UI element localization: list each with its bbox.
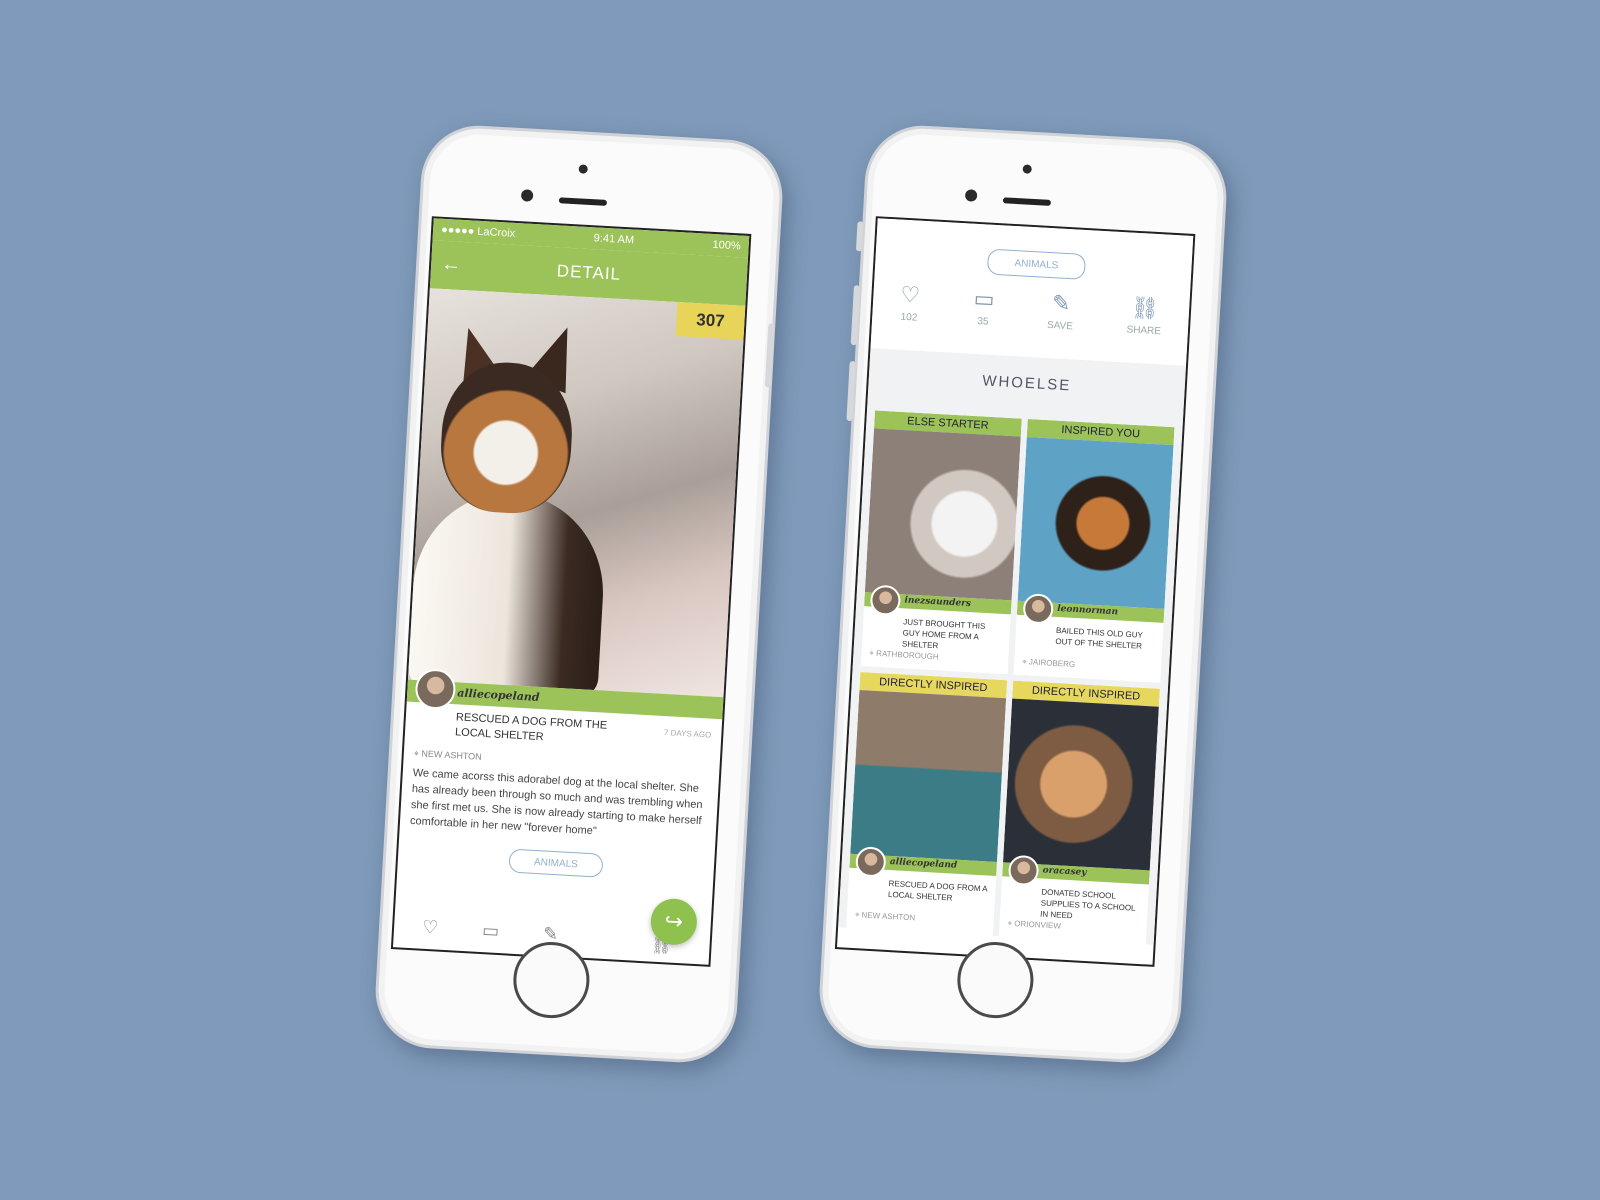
- card-username[interactable]: alliecopeland: [890, 857, 958, 871]
- front-camera: [520, 189, 534, 202]
- share-icon: ⛓: [1130, 294, 1160, 322]
- comment-action[interactable]: ▭ 35: [972, 286, 995, 328]
- card-description: BAILED THIS OLD GUY OUT OF THE SHELTER: [1055, 625, 1143, 651]
- mute-switch[interactable]: [855, 221, 864, 252]
- card-username[interactable]: inezsaunders: [904, 595, 971, 609]
- score-badge: 307: [675, 302, 746, 340]
- comment-icon[interactable]: ▭: [482, 920, 500, 942]
- post-username[interactable]: alliecopeland: [457, 686, 540, 704]
- like-action[interactable]: ♡ 102: [899, 282, 921, 324]
- heart-icon: ♡: [899, 281, 921, 308]
- inspiration-card[interactable]: DIRECTLY INSPIRED alliecopeland RESCUED …: [846, 672, 1008, 936]
- post-time: 7 DAYS AGO: [663, 727, 712, 740]
- detail-screen: ●●●●● LaCroix 9:41 AM 100% ← DETAIL 307 …: [390, 216, 752, 967]
- share-label: SHARE: [1126, 324, 1162, 338]
- card-username[interactable]: oracasey: [1042, 866, 1086, 878]
- top-sensor: [1022, 164, 1032, 174]
- carrier-label: ●●●●● LaCroix: [440, 223, 516, 240]
- inspiration-card[interactable]: INSPIRED YOU leonnorman BAILED THIS OLD …: [1013, 418, 1175, 683]
- avatar[interactable]: [1022, 593, 1055, 625]
- post-photo: 307: [407, 288, 746, 698]
- dog-body-shape: [407, 487, 609, 698]
- card-location: ⌖ NEW ASHTON: [855, 910, 916, 923]
- card-location-label: JAIROBERG: [1028, 657, 1076, 670]
- category-tag[interactable]: ANIMALS: [986, 248, 1087, 280]
- clock-label: 9:41 AM: [593, 232, 635, 247]
- inspiration-grid: ELSE STARTER inezsaunders JUST BROUGHT T…: [838, 410, 1183, 945]
- volume-down-button[interactable]: [846, 360, 856, 422]
- volume-up-button[interactable]: [850, 285, 860, 346]
- card-description: DONATED SCHOOL SUPPLIES TO A SCHOOL IN N…: [1039, 887, 1136, 921]
- action-header: ANIMALS ♡ 102 ▭ 35 ✎ SAVE ⛓ SHARE: [870, 218, 1194, 366]
- card-photo: [864, 428, 1021, 601]
- action-row: ♡ 102 ▭ 35 ✎ SAVE ⛓ SHARE: [872, 280, 1190, 339]
- power-button[interactable]: [764, 323, 775, 388]
- card-location: ⌖ JAIROBERG: [1022, 657, 1075, 670]
- save-action[interactable]: ✎ SAVE: [1047, 290, 1075, 332]
- card-location: ⌖ ORIONVIEW: [1007, 919, 1061, 932]
- right-phone: ANIMALS ♡ 102 ▭ 35 ✎ SAVE ⛓ SHARE WHOELS…: [816, 122, 1230, 1066]
- share-action[interactable]: ⛓ SHARE: [1126, 294, 1163, 338]
- top-sensor: [578, 164, 588, 174]
- card-description: RESCUED A DOG FROM A LOCAL SHELTER: [887, 878, 988, 903]
- comment-icon: ▭: [973, 285, 996, 312]
- comment-count: 35: [977, 316, 989, 328]
- inspiration-card[interactable]: DIRECTLY INSPIRED oracasey DONATED SCHOO…: [998, 680, 1160, 945]
- location-pin-icon: ⌖: [413, 748, 420, 759]
- inspiration-card[interactable]: ELSE STARTER inezsaunders JUST BROUGHT T…: [860, 410, 1022, 675]
- card-username[interactable]: leonnorman: [1057, 604, 1118, 617]
- earpiece-speaker: [1002, 197, 1052, 206]
- post-body: We came acorss this adorabel dog at the …: [409, 767, 703, 838]
- whoelse-screen: ANIMALS ♡ 102 ▭ 35 ✎ SAVE ⛓ SHARE WHOELS…: [834, 216, 1196, 967]
- location-label: NEW ASHTON: [421, 748, 482, 762]
- card-photo: [1017, 436, 1174, 609]
- pin-icon: ✎: [1051, 290, 1072, 317]
- back-arrow-icon[interactable]: ←: [441, 253, 463, 277]
- card-photo: [1002, 698, 1159, 871]
- save-label: SAVE: [1046, 319, 1074, 333]
- card-photo: [850, 690, 1007, 862]
- left-phone: ●●●●● LaCroix 9:41 AM 100% ← DETAIL 307 …: [372, 122, 786, 1066]
- card-location-label: NEW ASHTON: [861, 910, 916, 923]
- front-camera: [964, 189, 978, 202]
- category-tag[interactable]: ANIMALS: [508, 848, 604, 878]
- earpiece-speaker: [558, 197, 608, 206]
- post-title: RESCUED A DOG FROM THE LOCAL SHELTER: [454, 711, 608, 744]
- avatar[interactable]: [869, 584, 902, 617]
- like-count: 102: [900, 311, 918, 324]
- avatar[interactable]: [854, 846, 887, 878]
- heart-icon[interactable]: ♡: [422, 916, 439, 938]
- battery-label: 100%: [712, 238, 741, 253]
- share-arrow-icon: ↪: [663, 908, 684, 935]
- avatar[interactable]: [1007, 854, 1040, 887]
- card-description: JUST BROUGHT THIS GUY HOME FROM A SHELTE…: [901, 617, 986, 651]
- card-location-label: ORIONVIEW: [1014, 919, 1062, 931]
- page-title: DETAIL: [556, 261, 622, 284]
